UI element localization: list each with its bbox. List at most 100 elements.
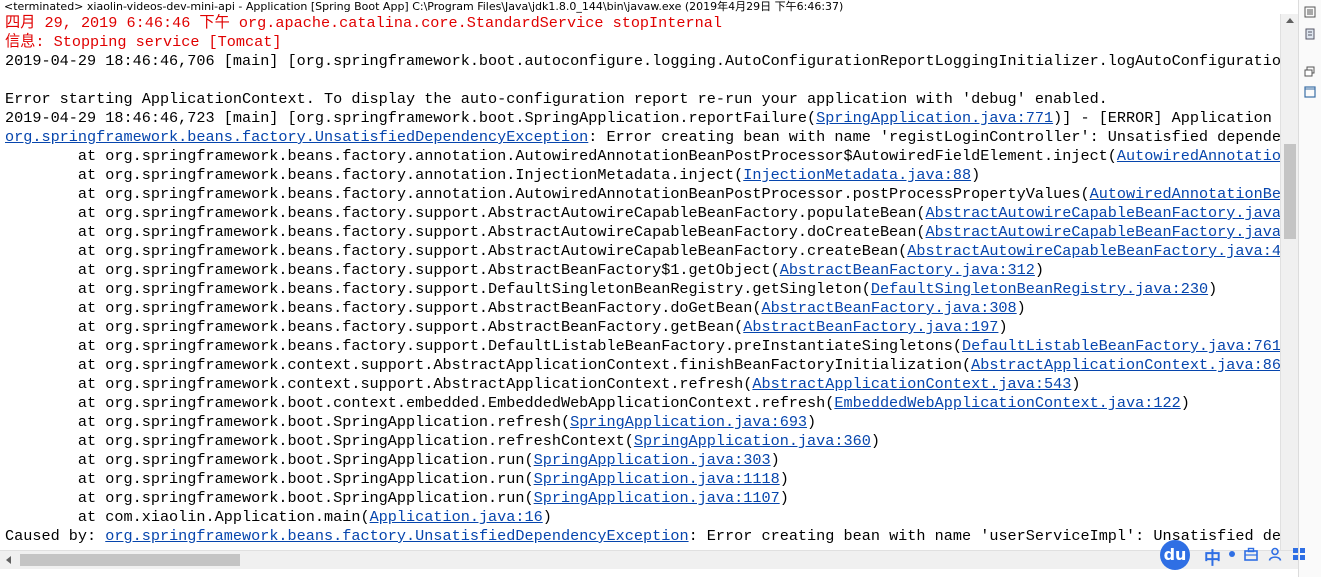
restore-icon[interactable] (1304, 66, 1316, 78)
pin-icon[interactable] (1304, 28, 1316, 40)
line-text-tail: ) (770, 451, 780, 469)
toolbox-icon[interactable] (1244, 547, 1258, 561)
source-link[interactable]: AbstractBeanFactory.java:197 (743, 318, 998, 336)
console-line: at org.springframework.boot.SpringApplic… (0, 432, 1280, 451)
console-line: at org.springframework.beans.factory.sup… (0, 223, 1280, 242)
line-text-tail: ) (779, 489, 789, 507)
line-text: at org.springframework.beans.factory.sup… (5, 223, 926, 241)
console-line: org.springframework.beans.factory.Unsati… (0, 128, 1280, 147)
line-text-tail: ) (807, 413, 817, 431)
console-line: Caused by: org.springframework.beans.fac… (0, 527, 1280, 546)
line-text: at org.springframework.beans.factory.sup… (5, 204, 926, 222)
source-link[interactable]: SpringApplication.java:771 (816, 109, 1053, 127)
source-link[interactable]: SpringApplication.java:303 (534, 451, 771, 469)
source-link[interactable]: DefaultSingletonBeanRegistry.java:230 (871, 280, 1208, 298)
source-link[interactable]: InjectionMetadata.java:88 (743, 166, 971, 184)
line-text: at org.springframework.boot.context.embe… (5, 394, 835, 412)
console-line: at org.springframework.beans.factory.ann… (0, 147, 1280, 166)
horizontal-scroll-thumb[interactable] (20, 554, 240, 566)
vertical-scroll-thumb[interactable] (1284, 144, 1296, 239)
source-link[interactable]: AbstractAutowireCapableBeanFactory.java:… (926, 204, 1280, 222)
line-text: at org.springframework.beans.factory.sup… (5, 299, 762, 317)
source-link[interactable]: org.springframework.beans.factory.Unsati… (105, 527, 688, 545)
console-line: at org.springframework.context.support.A… (0, 356, 1280, 375)
vertical-scrollbar[interactable] (1280, 14, 1299, 550)
console-line: at org.springframework.beans.factory.ann… (0, 166, 1280, 185)
console-line: at org.springframework.boot.SpringApplic… (0, 470, 1280, 489)
source-link[interactable]: AutowiredAnnotationBean (1090, 185, 1280, 203)
line-text-tail: ) (1180, 394, 1190, 412)
user-icon[interactable] (1268, 547, 1282, 561)
console-line: at org.springframework.beans.factory.sup… (0, 261, 1280, 280)
console-line: at org.springframework.beans.factory.sup… (0, 337, 1280, 356)
ime-dot-icon[interactable] (1228, 550, 1236, 558)
console-line: at org.springframework.context.support.A… (0, 375, 1280, 394)
line-text: Caused by: (5, 527, 106, 545)
line-text: at org.springframework.beans.factory.ann… (5, 185, 1090, 203)
console-line: at org.springframework.beans.factory.sup… (0, 242, 1280, 261)
maximize-icon[interactable] (1304, 86, 1316, 98)
horizontal-scrollbar[interactable] (0, 550, 1298, 569)
line-text-tail: ) (998, 318, 1008, 336)
source-link[interactable]: AbstractBeanFactory.java:308 (761, 299, 1016, 317)
console-line: at org.springframework.boot.SpringApplic… (0, 413, 1280, 432)
line-text-tail: ) (542, 508, 552, 526)
source-link[interactable]: AbstractApplicationContext.java:543 (752, 375, 1071, 393)
console-line: at org.springframework.beans.factory.sup… (0, 204, 1280, 223)
console-line: at org.springframework.boot.SpringApplic… (0, 489, 1280, 508)
source-link[interactable]: AbstractAutowireCapableBeanFactory.java:… (926, 223, 1280, 241)
line-text: at org.springframework.beans.factory.sup… (5, 337, 962, 355)
du-logo-icon[interactable]: du (1160, 540, 1190, 570)
line-text-tail: : Error creating bean with name 'registL… (588, 128, 1280, 146)
source-link[interactable]: AutowiredAnnotationB (1117, 147, 1280, 165)
console-line: at org.springframework.beans.factory.sup… (0, 299, 1280, 318)
console-error-line: 四月 29, 2019 6:46:46 下午 org.apache.catali… (0, 14, 1280, 33)
source-link[interactable]: AbstractApplicationContext.java:867 (971, 356, 1280, 374)
line-text-tail: ) (779, 470, 789, 488)
console-line: at com.xiaolin.Application.main(Applicat… (0, 508, 1280, 527)
grid-icon[interactable] (1292, 547, 1306, 561)
line-text: at org.springframework.boot.SpringApplic… (5, 432, 634, 450)
source-link[interactable]: SpringApplication.java:693 (570, 413, 807, 431)
source-link[interactable]: SpringApplication.java:1118 (534, 470, 780, 488)
console-view-icon[interactable] (1304, 6, 1316, 18)
line-text: 2019-04-29 18:46:46,723 [main] [org.spri… (5, 109, 817, 127)
console-line: at org.springframework.boot.context.embe… (0, 394, 1280, 413)
line-text: at org.springframework.boot.SpringApplic… (5, 470, 534, 488)
line-text: at org.springframework.beans.factory.sup… (5, 242, 908, 260)
line-text: at org.springframework.boot.SpringApplic… (5, 489, 534, 507)
line-text: at org.springframework.beans.factory.ann… (5, 166, 744, 184)
console-line: at org.springframework.beans.factory.sup… (0, 280, 1280, 299)
source-link[interactable]: Application.java:16 (370, 508, 543, 526)
line-text-tail: )] - [ERROR] Application st (1053, 109, 1280, 127)
line-text: at org.springframework.boot.SpringApplic… (5, 413, 571, 431)
source-link[interactable]: AbstractAutowireCapableBeanFactory.java:… (907, 242, 1280, 260)
source-link[interactable]: SpringApplication.java:360 (634, 432, 871, 450)
scroll-up-icon[interactable] (1286, 18, 1294, 23)
line-text: at org.springframework.beans.factory.sup… (5, 261, 780, 279)
line-text-tail: ) (1208, 280, 1218, 298)
source-link[interactable]: DefaultListableBeanFactory.java:761 (962, 337, 1280, 355)
line-text: at org.springframework.beans.factory.sup… (5, 280, 871, 298)
source-link[interactable]: AbstractBeanFactory.java:312 (780, 261, 1035, 279)
source-link[interactable]: EmbeddedWebApplicationContext.java:122 (834, 394, 1180, 412)
console-line: at org.springframework.beans.factory.sup… (0, 318, 1280, 337)
line-text-tail: ) (971, 166, 981, 184)
ime-mode-label[interactable]: 中 (1204, 544, 1221, 569)
line-text-tail: ) (1016, 299, 1026, 317)
source-link[interactable]: org.springframework.beans.factory.Unsati… (5, 128, 588, 146)
source-link[interactable]: SpringApplication.java:1107 (534, 489, 780, 507)
console-line: 2019-04-29 18:46:46,723 [main] [org.spri… (0, 109, 1280, 128)
console-line: at org.springframework.beans.factory.ann… (0, 185, 1280, 204)
line-text: at org.springframework.context.support.A… (5, 356, 972, 374)
scroll-left-icon[interactable] (6, 556, 11, 564)
console-line: at org.springframework.boot.SpringApplic… (0, 451, 1280, 470)
line-text: 2019-04-29 18:46:46,706 [main] [org.spri… (5, 52, 1280, 70)
console-title: <terminated> xiaolin-videos-dev-mini-api… (0, 0, 1302, 14)
console-output[interactable]: 四月 29, 2019 6:46:46 下午 org.apache.catali… (0, 14, 1280, 550)
line-text: at org.springframework.beans.factory.sup… (5, 318, 744, 336)
console-line: Error starting ApplicationContext. To di… (0, 90, 1280, 109)
side-toolbar (1298, 0, 1321, 577)
ime-tray: du 中 (1160, 538, 1321, 572)
